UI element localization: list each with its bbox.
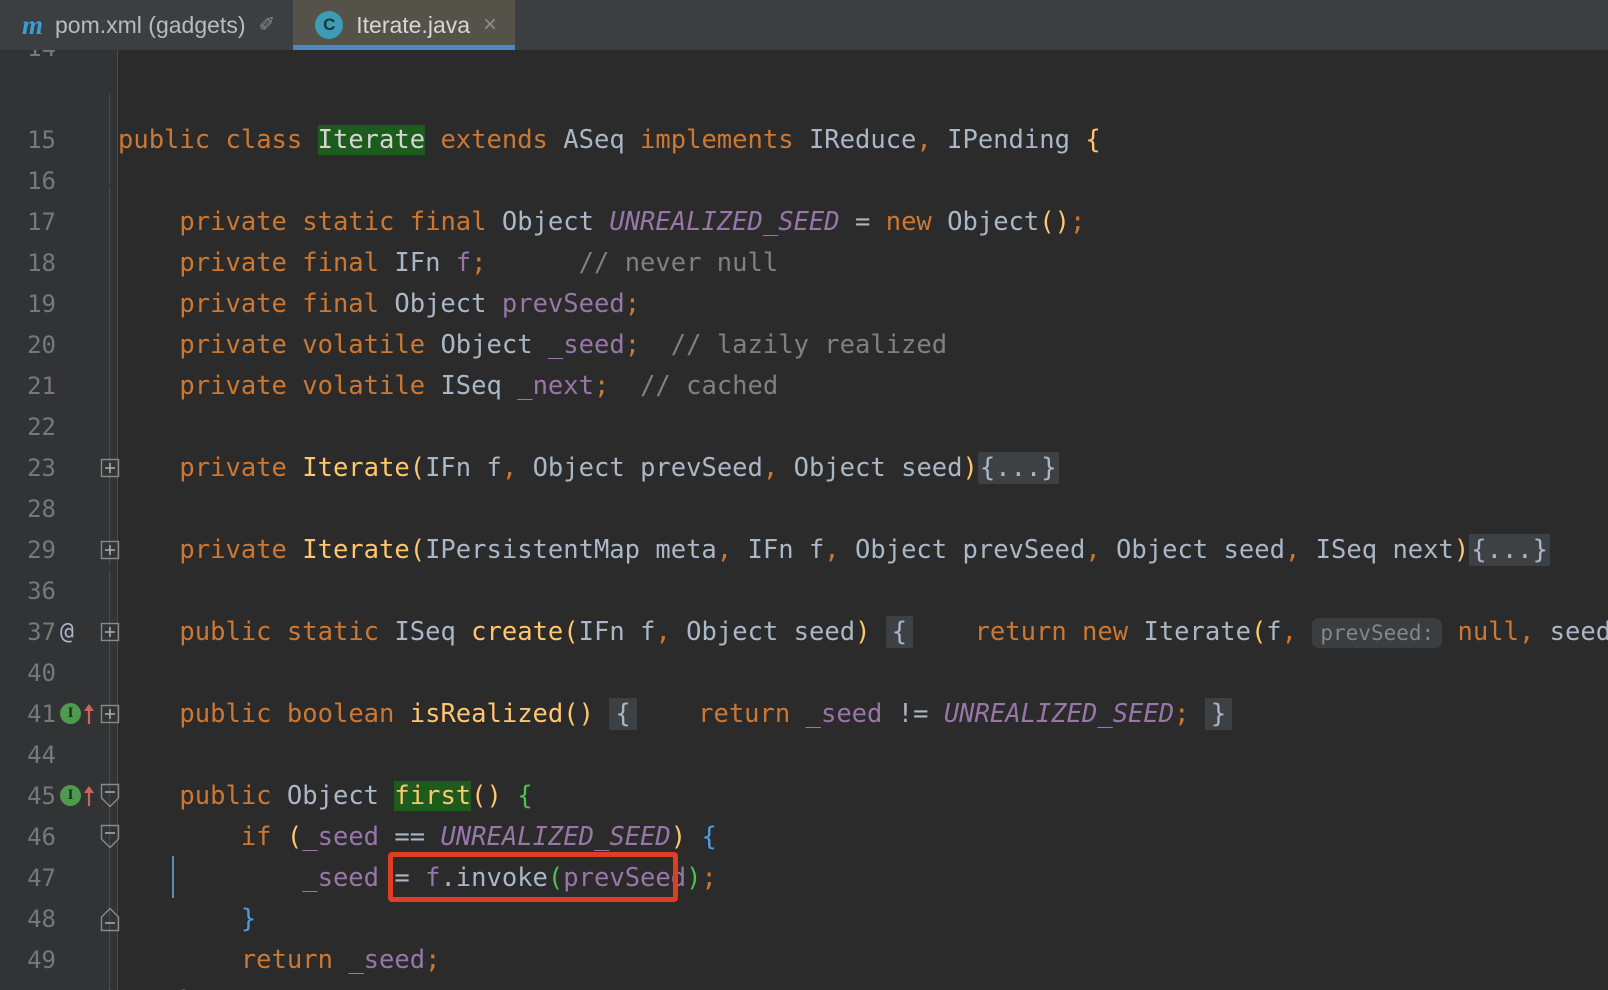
line-number[interactable]: 18 — [0, 249, 56, 277]
line-number[interactable]: 46 — [0, 823, 56, 851]
code-line-15[interactable]: 15 public class Iterate extends ASeq imp… — [0, 119, 1608, 160]
line-content-20[interactable]: private volatile Object _seed; // lazily… — [118, 330, 947, 360]
line-content-37[interactable]: public static ISeq create(IFn f, Object … — [118, 615, 1608, 648]
code-line-19[interactable]: 19 private final Object prevSeed; — [0, 283, 1608, 324]
code-line-50[interactable]: 50 } — [0, 980, 1608, 990]
line-number[interactable]: 17 — [0, 208, 56, 236]
code-line-20[interactable]: 20 private volatile Object _seed; // laz… — [0, 324, 1608, 365]
overriding-up-arrow-icon[interactable] — [83, 785, 95, 807]
code-line-23[interactable]: 23 private Iterate(IFn f, Object prevSee… — [0, 447, 1608, 488]
code-line-28[interactable]: 28 — [0, 488, 1608, 529]
tab-label-pom-xml: pom.xml (gadgets) — [55, 11, 246, 38]
line-number[interactable]: 15 — [0, 126, 56, 154]
line-content-18[interactable]: private final IFn f; // never null — [118, 248, 778, 278]
java-class-icon: C — [315, 11, 344, 39]
line-number[interactable]: 22 — [0, 413, 56, 441]
code-line-36[interactable]: 36 — [0, 570, 1608, 611]
overriding-up-arrow-icon[interactable] — [83, 703, 95, 725]
code-line-21[interactable]: 21 private volatile ISeq _next; // cache… — [0, 365, 1608, 406]
annotation-at-icon[interactable]: @ — [60, 619, 74, 645]
line-number[interactable]: 21 — [0, 372, 56, 400]
line-number[interactable]: 40 — [0, 659, 56, 687]
line-number[interactable]: 48 — [0, 905, 56, 933]
code-line-18[interactable]: 18 private final IFn f; // never null — [0, 242, 1608, 283]
line-content-17[interactable]: private static final Object UNREALIZED_S… — [118, 207, 1085, 237]
tab-pom-xml[interactable]: m pom.xml (gadgets) ✐ — [0, 0, 294, 50]
code-line-49[interactable]: 49 return _seed; — [0, 939, 1608, 980]
line-number[interactable]: 50 — [0, 987, 56, 990]
line-number[interactable]: 20 — [0, 331, 56, 359]
line-content-15[interactable]: public class Iterate extends ASeq implem… — [118, 124, 1101, 155]
line-number[interactable]: 28 — [0, 495, 56, 523]
code-line-44[interactable]: 44 — [0, 734, 1608, 775]
line-number[interactable]: 47 — [0, 864, 56, 892]
line-content-47[interactable]: _seed = f.invoke(prevSeed); — [118, 863, 717, 893]
code-lines[interactable]: 15 public class Iterate extends ASeq imp… — [0, 50, 1608, 990]
line-content-45[interactable]: public Object first() { — [118, 780, 533, 811]
tab-label-iterate-java: Iterate.java — [356, 11, 471, 38]
line-number[interactable]: 16 — [0, 167, 56, 195]
line-number[interactable]: 49 — [0, 946, 56, 974]
line-number[interactable]: 41 — [0, 700, 56, 728]
line-content-29[interactable]: private Iterate(IPersistentMap meta, IFn… — [118, 533, 1550, 566]
code-line-40[interactable]: 40 — [0, 652, 1608, 693]
code-line-45[interactable]: 45 I public Object first() { — [0, 775, 1608, 816]
implementing-method-icon[interactable]: I — [60, 703, 81, 725]
maven-icon: m — [22, 9, 43, 40]
code-line-29[interactable]: 29 private Iterate(IPersistentMap meta, … — [0, 529, 1608, 570]
code-line-22[interactable]: 22 — [0, 406, 1608, 447]
inlay-hint-prevseed[interactable]: prevSeed: — [1312, 617, 1443, 648]
line-content-50[interactable]: } — [118, 986, 194, 990]
line-content-19[interactable]: private final Object prevSeed; — [118, 289, 640, 319]
line-number[interactable]: 44 — [0, 741, 56, 769]
line-content-49[interactable]: return _seed; — [118, 945, 441, 975]
code-line-17[interactable]: 17 private static final Object UNREALIZE… — [0, 201, 1608, 242]
line-content-48[interactable]: } — [118, 904, 256, 934]
line-number[interactable]: 23 — [0, 454, 56, 482]
editor-tab-bar: m pom.xml (gadgets) ✐ C Iterate.java × — [0, 0, 1608, 50]
line-number[interactable]: 19 — [0, 290, 56, 318]
code-line-37[interactable]: 37 @ public static ISeq create(IFn f, Ob… — [0, 611, 1608, 652]
line-number[interactable]: 45 — [0, 782, 56, 810]
line-content-46[interactable]: if (_seed == UNREALIZED_SEED) { — [118, 822, 717, 852]
code-editor[interactable]: 14 15 public class Iterate extends ASeq … — [0, 50, 1608, 990]
line-number[interactable]: 29 — [0, 536, 56, 564]
tab-iterate-java[interactable]: C Iterate.java × — [293, 0, 516, 50]
code-line-47[interactable]: 47 _seed = f.invoke(prevSeed); — [0, 857, 1608, 898]
line-number[interactable]: 36 — [0, 577, 56, 605]
line-content-41[interactable]: public boolean isRealized() { return _se… — [118, 697, 1233, 730]
line-number[interactable]: 37 — [0, 618, 56, 646]
code-line-46[interactable]: 46 if (_seed == UNREALIZED_SEED) { — [0, 816, 1608, 857]
code-line-48[interactable]: 48 } — [0, 898, 1608, 939]
pin-icon[interactable]: ✐ — [258, 15, 275, 35]
line-content-23[interactable]: private Iterate(IFn f, Object prevSeed, … — [118, 451, 1059, 484]
code-line-16[interactable]: 16 — [0, 160, 1608, 201]
close-icon[interactable]: × — [483, 13, 497, 37]
code-line-41[interactable]: 41 I public boolean isRealized() { retur… — [0, 693, 1608, 734]
line-content-21[interactable]: private volatile ISeq _next; // cached — [118, 371, 778, 401]
implementing-method-icon[interactable]: I — [60, 785, 81, 807]
